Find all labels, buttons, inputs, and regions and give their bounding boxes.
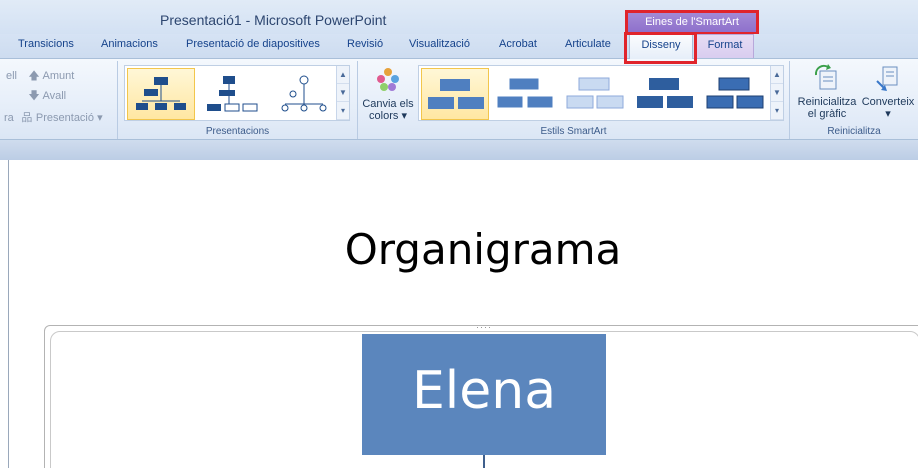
slide-title[interactable]: Organigrama (0, 225, 918, 274)
smartart-styles-gallery: ▲ ▼ ▾ (418, 65, 784, 121)
tab-animations[interactable]: Animacions (101, 38, 158, 50)
tab-acrobat[interactable]: Acrobat (499, 38, 537, 50)
reset-graphic-label-2: el gràfic (807, 108, 847, 120)
arrow-down-icon: 🡇 (28, 90, 40, 102)
org-layout-icon: 品 (21, 112, 33, 124)
tab-design[interactable]: Disseny (629, 34, 693, 59)
color-palette-icon (377, 68, 399, 91)
scroll-down-icon[interactable]: ▼ (771, 84, 783, 102)
tab-format[interactable]: Format (696, 34, 754, 58)
circle-hierarchy-thumb-icon (281, 75, 327, 112)
style-simple-fill[interactable] (421, 68, 489, 120)
ribbon-tab-row: Transicions Animacions Presentació de di… (0, 34, 918, 59)
reset-group: Reinicialitza el gràfic Converteix ▾ Rei… (790, 61, 918, 139)
arrow-up-icon: 🡅 (28, 70, 40, 82)
org-chart-top-node[interactable]: Elena (362, 334, 606, 455)
ribbon: ell 🡅 Amunt 🡇 Avall ra 品 Presentació ▾ ▲… (0, 58, 918, 140)
change-colors-label-1: Canvia els (362, 98, 414, 110)
reset-graphic-button[interactable]: Reinicialitza el gràfic (794, 63, 860, 120)
style-moderate[interactable] (631, 68, 699, 120)
layouts-gallery-scroll[interactable]: ▲ ▼ ▾ (336, 66, 349, 120)
move-up-label: Amunt (42, 70, 75, 82)
layouts-group: ▲ ▼ ▾ Presentacions (118, 61, 358, 139)
layouts-group-label: Presentacions (205, 126, 270, 137)
gallery-more-icon[interactable]: ▾ (337, 102, 349, 120)
scroll-up-icon[interactable]: ▲ (337, 66, 349, 84)
styles-gallery-scroll[interactable]: ▲ ▼ ▾ (770, 66, 783, 120)
move-down-label: Avall (42, 90, 67, 102)
layout-org-chart[interactable] (127, 68, 195, 120)
chevron-down-icon: ▾ (401, 110, 407, 122)
hierarchy-thumb-icon (207, 76, 258, 112)
tab-slide-show[interactable]: Presentació de diapositives (186, 38, 320, 50)
style-intense[interactable] (701, 68, 769, 120)
reset-group-label: Reinicialitza (827, 126, 881, 137)
reset-graphic-icon (814, 64, 837, 90)
layout-circle-hierarchy[interactable] (271, 68, 339, 120)
frame-resize-handle[interactable]: ···· (476, 322, 492, 332)
change-colors-button[interactable]: Canvia els colors ▾ (360, 65, 416, 122)
create-graphic-group: ell 🡅 Amunt 🡇 Avall ra 品 Presentació ▾ (0, 61, 118, 139)
convert-label: Converteix (861, 96, 915, 108)
style-thumb-icon (637, 78, 693, 108)
convert-icon (876, 66, 898, 91)
style-subtle[interactable] (561, 68, 629, 120)
layouts-gallery: ▲ ▼ ▾ (124, 65, 350, 121)
move-up-command[interactable]: ell 🡅 Amunt (6, 67, 74, 86)
clipped-label: ra (4, 112, 14, 124)
style-thumb-icon (496, 77, 554, 109)
scroll-down-icon[interactable]: ▼ (337, 84, 349, 102)
gallery-more-icon[interactable]: ▾ (771, 102, 783, 120)
style-thumb-icon (706, 77, 764, 109)
tab-articulate[interactable]: Articulate (565, 38, 611, 50)
scroll-up-icon[interactable]: ▲ (771, 66, 783, 84)
node-connector-line (483, 455, 485, 468)
convert-button[interactable]: Converteix ▾ (860, 63, 916, 120)
change-colors-label-2: colors (369, 110, 399, 122)
move-down-command[interactable]: 🡇 Avall (28, 87, 66, 106)
window-title: Presentació1 - Microsoft PowerPoint (160, 12, 387, 28)
style-thumb-icon (566, 77, 624, 109)
tab-transitions[interactable]: Transicions (18, 38, 74, 50)
reset-graphic-label-1: Reinicialitza (797, 96, 857, 108)
style-thumb-icon (428, 79, 484, 109)
tab-review[interactable]: Revisió (347, 38, 383, 50)
slide-canvas-background (0, 140, 918, 160)
smartart-tools-header: Eines de l'SmartArt (625, 10, 759, 35)
title-bar: Presentació1 - Microsoft PowerPoint Eine… (0, 0, 918, 35)
chevron-down-icon: ▾ (97, 112, 103, 124)
styles-group-label: Estils SmartArt (540, 126, 607, 137)
smartart-styles-group: Canvia els colors ▾ ▲ ▼ ▾ Estils SmartAr… (358, 61, 790, 139)
tab-view[interactable]: Visualització (409, 38, 470, 50)
org-chart-thumb-icon (136, 77, 186, 110)
layout-command[interactable]: ra 品 Presentació ▾ (4, 109, 103, 125)
layout-hierarchy[interactable] (199, 68, 267, 120)
chevron-down-icon: ▾ (885, 108, 891, 120)
style-white-outline[interactable] (491, 68, 559, 120)
layout-label: Presentació (35, 112, 94, 124)
clipped-label: ell (6, 70, 18, 82)
